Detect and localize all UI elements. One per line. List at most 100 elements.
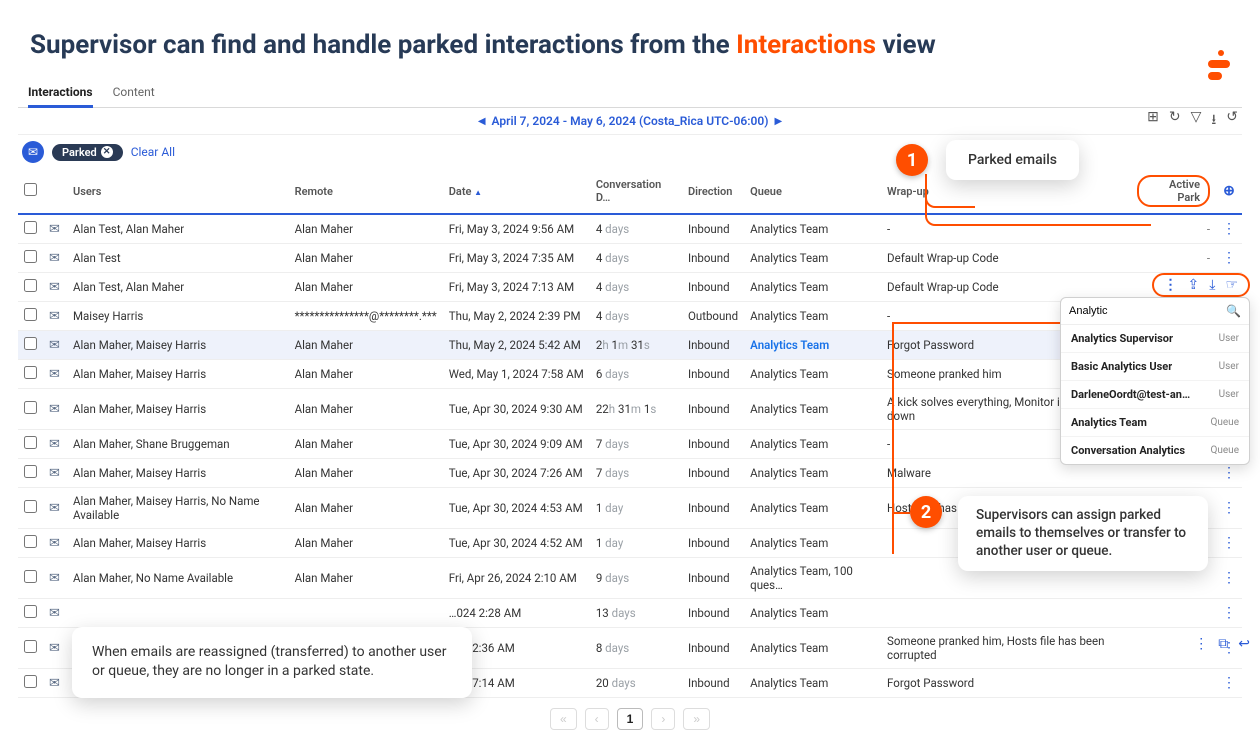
- row-menu-icon[interactable]: ⋮: [1216, 244, 1242, 273]
- cell-convd: 8 days: [590, 628, 682, 669]
- columns-icon[interactable]: ⊞: [1147, 109, 1159, 133]
- cell-direction: Inbound: [682, 459, 744, 488]
- pager-next[interactable]: ›: [651, 708, 675, 730]
- dropdown-option[interactable]: Basic Analytics User User: [1061, 353, 1249, 381]
- row-checkbox[interactable]: [24, 465, 37, 478]
- row-checkbox[interactable]: [24, 570, 37, 583]
- dropdown-option[interactable]: Conversation AnalyticsQueue: [1061, 437, 1249, 464]
- callout-1-text: Parked emails: [946, 140, 1079, 180]
- col-queue[interactable]: Queue: [744, 169, 881, 214]
- title-before: Supervisor can find and handle parked in…: [30, 30, 736, 60]
- row-actions-assign-icon[interactable]: ⇪: [1188, 277, 1200, 293]
- add-column-button[interactable]: ⊕: [1216, 169, 1242, 214]
- table-row[interactable]: ✉ Alan Maher, Maisey Harris Alan Maher T…: [18, 331, 1242, 360]
- cell-users: Alan Maher, Maisey Harris, No Name Avail…: [67, 488, 289, 529]
- row-actions-more-icon[interactable]: ⋮: [1164, 277, 1178, 293]
- row-sm-reply-icon[interactable]: ↩: [1238, 636, 1250, 652]
- row-checkbox[interactable]: [24, 308, 37, 321]
- tab-interactions[interactable]: Interactions: [28, 79, 93, 108]
- dropdown-option-name: Basic Analytics User: [1071, 360, 1172, 373]
- table-row[interactable]: ✉ …024 2:28 AM 13 days Inbound Analytics…: [18, 599, 1242, 628]
- cell-date: Fri, May 3, 2024 9:56 AM: [443, 214, 590, 244]
- cell-queue: Analytics Team: [744, 488, 881, 529]
- col-date[interactable]: Date ▲: [443, 169, 590, 214]
- cell-queue: Analytics Team: [744, 628, 881, 669]
- date-next[interactable]: ▶: [768, 116, 788, 127]
- media-icon: ✉: [43, 389, 67, 430]
- row-menu-icon[interactable]: ⋮: [1216, 488, 1242, 529]
- row-sm-copy-icon[interactable]: ⧉: [1218, 636, 1228, 652]
- row-checkbox[interactable]: [24, 500, 37, 513]
- table-row[interactable]: ✉ Alan Maher, Maisey Harris Alan Maher T…: [18, 459, 1242, 488]
- col-users[interactable]: Users: [67, 169, 289, 214]
- date-range[interactable]: April 7, 2024 - May 6, 2024 (Costa_Rica …: [492, 114, 769, 128]
- callout-1-badge: 1: [896, 144, 928, 176]
- pager-prev[interactable]: ‹: [585, 708, 609, 730]
- dropdown-option[interactable]: Analytics TeamQueue: [1061, 409, 1249, 437]
- dropdown-search-input[interactable]: [1069, 305, 1222, 317]
- row-checkbox[interactable]: [24, 535, 37, 548]
- cell-convd: 13 days: [590, 599, 682, 628]
- title-after: view: [876, 30, 936, 60]
- download-icon[interactable]: ⭳: [1211, 109, 1216, 133]
- row-checkbox[interactable]: [24, 250, 37, 263]
- callout-2: 2 Supervisors can assign parked emails t…: [910, 496, 1208, 571]
- refresh-icon[interactable]: ↻: [1169, 109, 1181, 133]
- row-sm-more-icon[interactable]: ⋮: [1194, 636, 1208, 652]
- cell-date: Wed, May 1, 2024 7:58 AM: [443, 360, 590, 389]
- history-icon[interactable]: ↺: [1226, 109, 1238, 133]
- row-menu-icon[interactable]: ⋮: [1216, 558, 1242, 599]
- sort-asc-icon: ▲: [474, 188, 482, 197]
- row-checkbox[interactable]: [24, 401, 37, 414]
- table-row[interactable]: ✉ Maisey Harris ***************@********…: [18, 302, 1242, 331]
- row-menu-icon[interactable]: ⋮: [1216, 214, 1242, 244]
- tab-content[interactable]: Content: [113, 79, 155, 107]
- row-checkbox[interactable]: [24, 436, 37, 449]
- row-menu-icon[interactable]: ⋮: [1216, 529, 1242, 558]
- table-row[interactable]: ✉ Alan Maher, Maisey Harris Alan Maher W…: [18, 360, 1242, 389]
- cell-users: Alan Test, Alan Maher: [67, 273, 289, 302]
- col-media: [43, 169, 67, 214]
- bottom-note: When emails are reassigned (transferred)…: [72, 627, 472, 698]
- table-row[interactable]: ✉ Alan Test, Alan Maher Alan Maher Fri, …: [18, 273, 1242, 302]
- row-checkbox[interactable]: [24, 221, 37, 234]
- pager-first[interactable]: «: [550, 708, 577, 730]
- table-row[interactable]: ✉ Alan Maher, Maisey Harris Alan Maher T…: [18, 389, 1242, 430]
- select-all-checkbox[interactable]: [24, 183, 37, 196]
- filter-chip-remove-icon[interactable]: ✕: [101, 146, 113, 158]
- row-checkbox[interactable]: [24, 675, 37, 688]
- view-tabs: Interactions Content: [18, 79, 1242, 108]
- col-convd[interactable]: Conversation D…: [590, 169, 682, 214]
- cell-queue: Analytics Team: [744, 273, 881, 302]
- filter-icon[interactable]: ▽: [1191, 109, 1202, 133]
- cell-remote: ***************@********.***: [289, 302, 443, 331]
- row-checkbox[interactable]: [24, 640, 37, 653]
- pager-page-1[interactable]: 1: [617, 708, 644, 730]
- row-menu-icon[interactable]: ⋮: [1216, 669, 1242, 698]
- clear-all-link[interactable]: Clear All: [131, 145, 175, 159]
- row-actions-transfer-icon[interactable]: ⤓: [1209, 277, 1215, 293]
- col-remote[interactable]: Remote: [289, 169, 443, 214]
- cell-users: Alan Test: [67, 244, 289, 273]
- cell-direction: Inbound: [682, 558, 744, 599]
- table-row[interactable]: ✉ Alan Test Alan Maher Fri, May 3, 2024 …: [18, 244, 1242, 273]
- cell-queue: Analytics Team: [744, 529, 881, 558]
- row-actions-take-icon[interactable]: ☞: [1225, 277, 1238, 293]
- col-direction[interactable]: Direction: [682, 169, 744, 214]
- row-checkbox[interactable]: [24, 279, 37, 292]
- row-checkbox[interactable]: [24, 337, 37, 350]
- row-checkbox[interactable]: [24, 605, 37, 618]
- interactions-table: Users Remote Date ▲ Conversation D… Dire…: [18, 169, 1242, 698]
- dropdown-option-kind: User: [1219, 361, 1239, 372]
- cell-convd: 1 day: [590, 529, 682, 558]
- table-row[interactable]: ✉ Alan Maher, Shane Bruggeman Alan Maher…: [18, 430, 1242, 459]
- filter-chip-parked[interactable]: Parked ✕: [52, 144, 123, 161]
- dropdown-option[interactable]: DarleneOordt@test-analytic…User: [1061, 381, 1249, 409]
- row-menu-icon[interactable]: ⋮: [1216, 599, 1242, 628]
- toolbar-icons: ⊞ ↻ ▽ ⭳ ↺: [1147, 109, 1238, 133]
- date-prev[interactable]: ◀: [472, 116, 492, 127]
- row-checkbox[interactable]: [24, 366, 37, 379]
- dropdown-option[interactable]: Analytics SupervisorUser: [1061, 325, 1249, 353]
- pager-last[interactable]: »: [683, 708, 710, 730]
- cell-users: Alan Maher, Maisey Harris: [67, 389, 289, 430]
